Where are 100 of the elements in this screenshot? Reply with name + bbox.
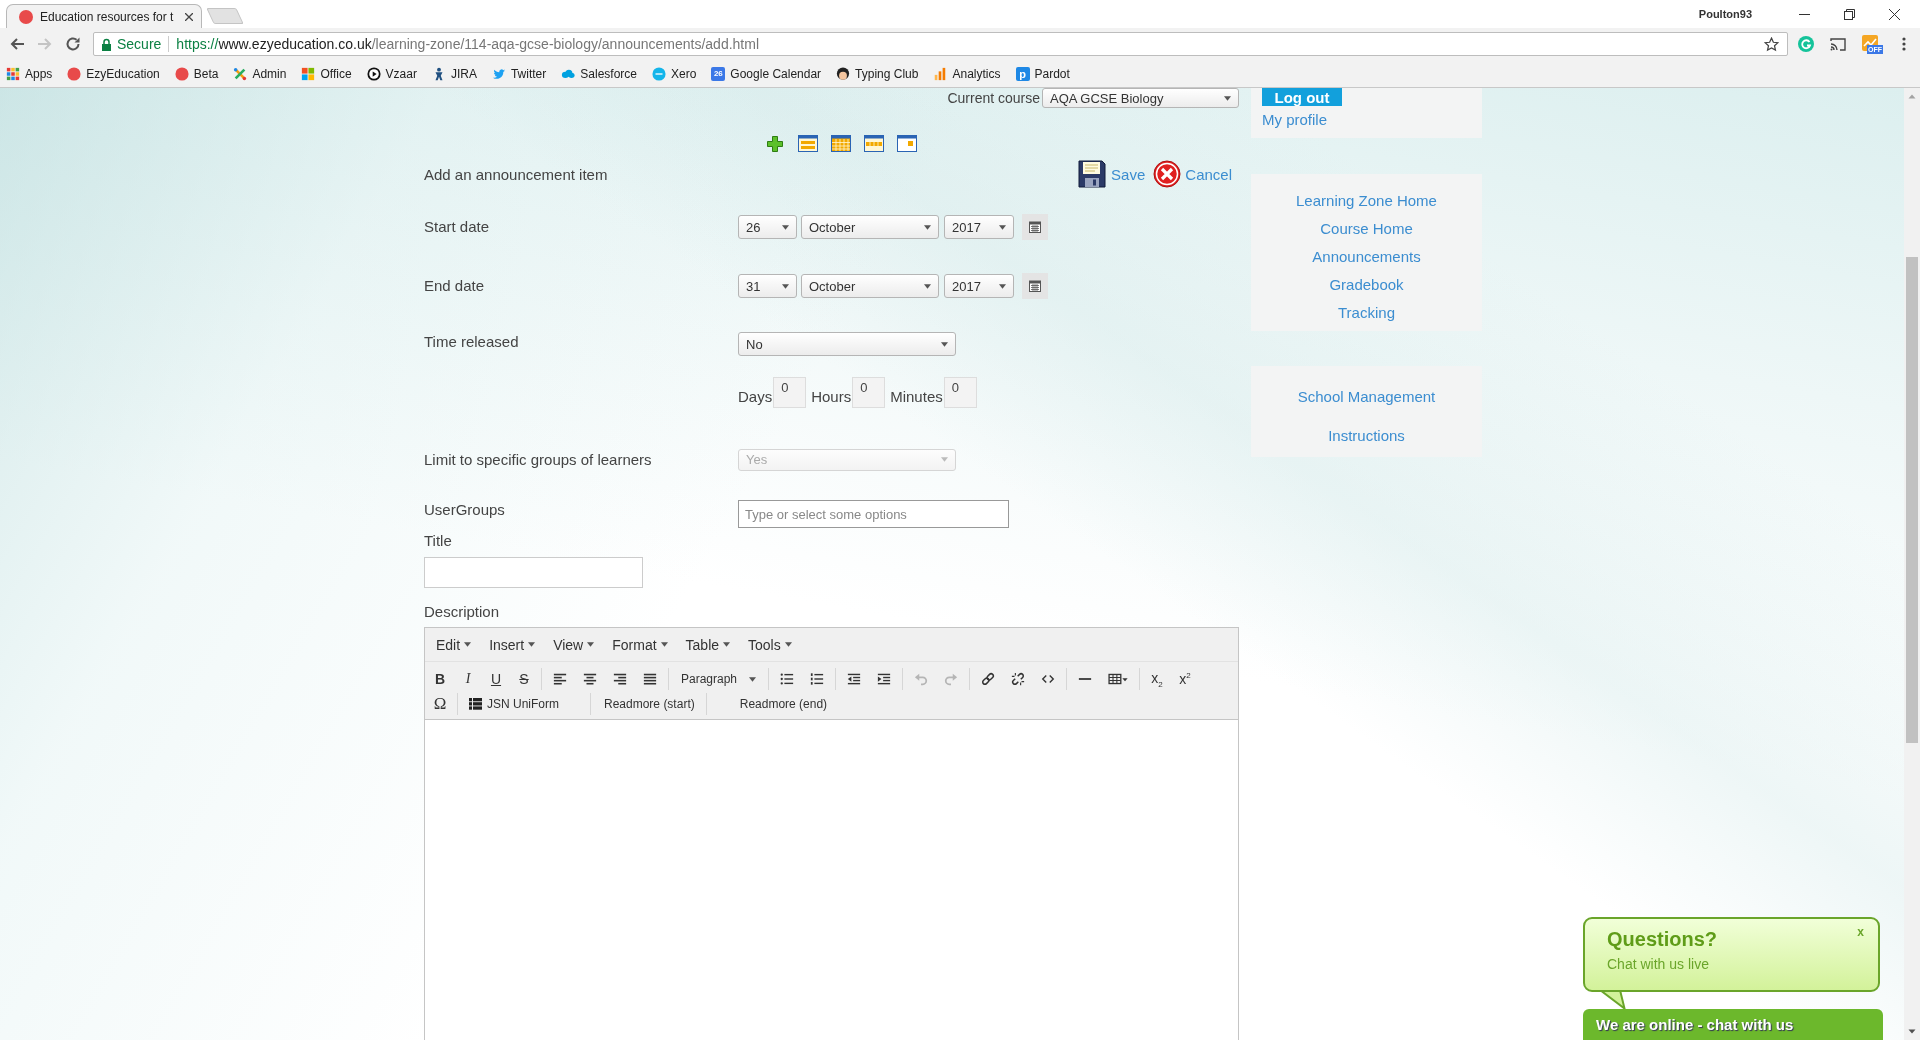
year-select[interactable]: 2017 <box>944 215 1014 239</box>
outdent-icon[interactable] <box>847 672 861 686</box>
star-icon[interactable] <box>1764 36 1779 52</box>
close-icon[interactable] <box>185 12 193 21</box>
plugin-button[interactable]: JSN UniForm <box>461 693 587 715</box>
bullet-list-icon[interactable] <box>780 672 794 686</box>
profile-name[interactable]: Poulton93 <box>1698 8 1752 20</box>
calendar-window-icon[interactable] <box>897 134 917 152</box>
chat-title: Questions? <box>1607 927 1717 951</box>
course-select[interactable]: AQA GCSE Biology <box>1042 88 1239 108</box>
bookmark-link[interactable]: Analytics <box>931 66 1003 81</box>
user-groups-input[interactable]: Type or select some options <box>738 500 1009 528</box>
special-character-button[interactable]: Ω <box>426 692 454 716</box>
four-squares-icon <box>301 66 316 81</box>
underline-button[interactable]: U <box>482 667 510 691</box>
plus-icon[interactable] <box>765 134 785 152</box>
field-label: UserGroups <box>424 500 506 520</box>
month-select[interactable]: October <box>801 274 939 298</box>
bookmark-link[interactable]: Twitter <box>489 66 549 81</box>
menu-button[interactable]: Edit <box>436 636 472 653</box>
reload-icon[interactable] <box>65 36 81 52</box>
superscript-button[interactable]: x$^{2}$ <box>1171 667 1199 691</box>
menu-button[interactable]: Format <box>612 636 668 653</box>
align-center-icon[interactable] <box>583 672 597 686</box>
restore-icon[interactable] <box>1844 8 1855 20</box>
caret-icon <box>924 224 931 230</box>
bookmark-link[interactable]: Salesforce <box>559 66 639 81</box>
caret-icon <box>528 642 536 647</box>
unit-label: Days <box>738 387 773 407</box>
code-icon[interactable] <box>1041 672 1055 686</box>
browser-tab[interactable]: Education resources for t <box>6 4 202 28</box>
caret-icon <box>587 642 595 647</box>
number-input[interactable]: 0 <box>773 377 807 408</box>
calendar-icon <box>1029 280 1041 292</box>
tile-logo-icon: 26 <box>711 66 726 81</box>
bold-button[interactable]: B <box>426 667 454 691</box>
subscript-button[interactable]: x$_{2}$ <box>1143 667 1171 691</box>
back-icon[interactable] <box>9 36 25 52</box>
bookmark-link[interactable]: Typing Club <box>834 66 921 81</box>
bookmark-link[interactable]: Xero <box>650 66 699 81</box>
cross-logo-icon <box>233 66 248 81</box>
unlink-icon[interactable] <box>1011 672 1025 686</box>
bookmark-link[interactable]: Vzaar <box>364 66 419 81</box>
plugin-button[interactable]: Readmore (end) <box>709 693 836 715</box>
link-icon[interactable] <box>981 672 995 686</box>
calendar-button[interactable] <box>1022 214 1048 240</box>
caret-icon <box>784 642 792 647</box>
plugin-button[interactable]: Readmore (start) <box>594 693 703 715</box>
lock-icon <box>101 37 112 51</box>
bookmark-link[interactable]: EzyEducation <box>65 66 162 81</box>
calendar-icon <box>1029 221 1041 233</box>
number-input[interactable]: 0 <box>943 377 977 408</box>
bookmark-link[interactable]: Admin <box>231 66 289 81</box>
menu-button[interactable]: Insert <box>489 636 536 653</box>
table-icon[interactable] <box>1108 672 1128 686</box>
strikethrough-button[interactable]: S <box>510 667 538 691</box>
format-dropdown[interactable]: Paragraph <box>675 668 762 690</box>
close-icon[interactable] <box>1889 8 1900 20</box>
list-window-icon[interactable] <box>798 134 818 152</box>
circle-logo-icon <box>174 66 189 81</box>
time-released-select[interactable]: No <box>738 332 956 356</box>
month-select[interactable]: October <box>801 215 939 239</box>
chat-subtitle: Chat with us live <box>1607 956 1709 972</box>
number-input[interactable]: 0 <box>852 377 886 408</box>
cancel-icon <box>1153 160 1182 188</box>
indent-icon[interactable] <box>877 672 891 686</box>
bookmark-link[interactable]: 26 Google Calendar <box>709 66 824 81</box>
grid-window-icon[interactable] <box>831 134 851 152</box>
calendar-button[interactable] <box>1022 273 1048 299</box>
bookmark-link[interactable]: Beta <box>172 66 221 81</box>
title-input[interactable] <box>424 557 643 588</box>
cast-icon[interactable] <box>1830 36 1846 52</box>
play-circle-icon <box>366 66 381 81</box>
unit-label: Hours <box>811 387 852 407</box>
address-bar[interactable]: Secure https://www.ezyeducation.co.uk/learning-zone/114-aqa-gcse-biology/announcements/add.html <box>93 32 1788 56</box>
menu-button[interactable]: View <box>553 636 595 653</box>
caret-icon <box>782 224 789 230</box>
scrollbar[interactable] <box>1904 88 1920 1040</box>
align-right-icon[interactable] <box>613 672 627 686</box>
align-left-icon[interactable] <box>553 672 567 686</box>
scrollbar-thumb[interactable] <box>1906 257 1918 743</box>
caret-icon <box>782 283 789 289</box>
form-heading: Add an announcement item <box>424 165 608 183</box>
caret-icon <box>999 283 1006 289</box>
justify-icon[interactable] <box>643 672 657 686</box>
menu-button[interactable]: Tools <box>748 636 792 653</box>
numbered-list-icon[interactable] <box>810 672 824 686</box>
caret-icon <box>464 642 472 647</box>
day-select[interactable]: 31 <box>738 274 797 298</box>
menu-icon[interactable] <box>1902 37 1906 51</box>
bookmark-link[interactable]: JIRA <box>429 66 479 81</box>
strip-window-icon[interactable] <box>864 134 884 152</box>
bookmark-link[interactable]: Apps <box>4 66 55 81</box>
bookmark-link[interactable]: Office <box>299 66 354 81</box>
field-label: End date <box>424 276 486 296</box>
italic-button[interactable]: I <box>454 667 482 691</box>
year-select[interactable]: 2017 <box>944 274 1014 298</box>
menu-button[interactable]: Table <box>685 636 731 653</box>
day-select[interactable]: 26 <box>738 215 797 239</box>
bookmark-link[interactable]: p Pardot <box>1013 66 1072 81</box>
